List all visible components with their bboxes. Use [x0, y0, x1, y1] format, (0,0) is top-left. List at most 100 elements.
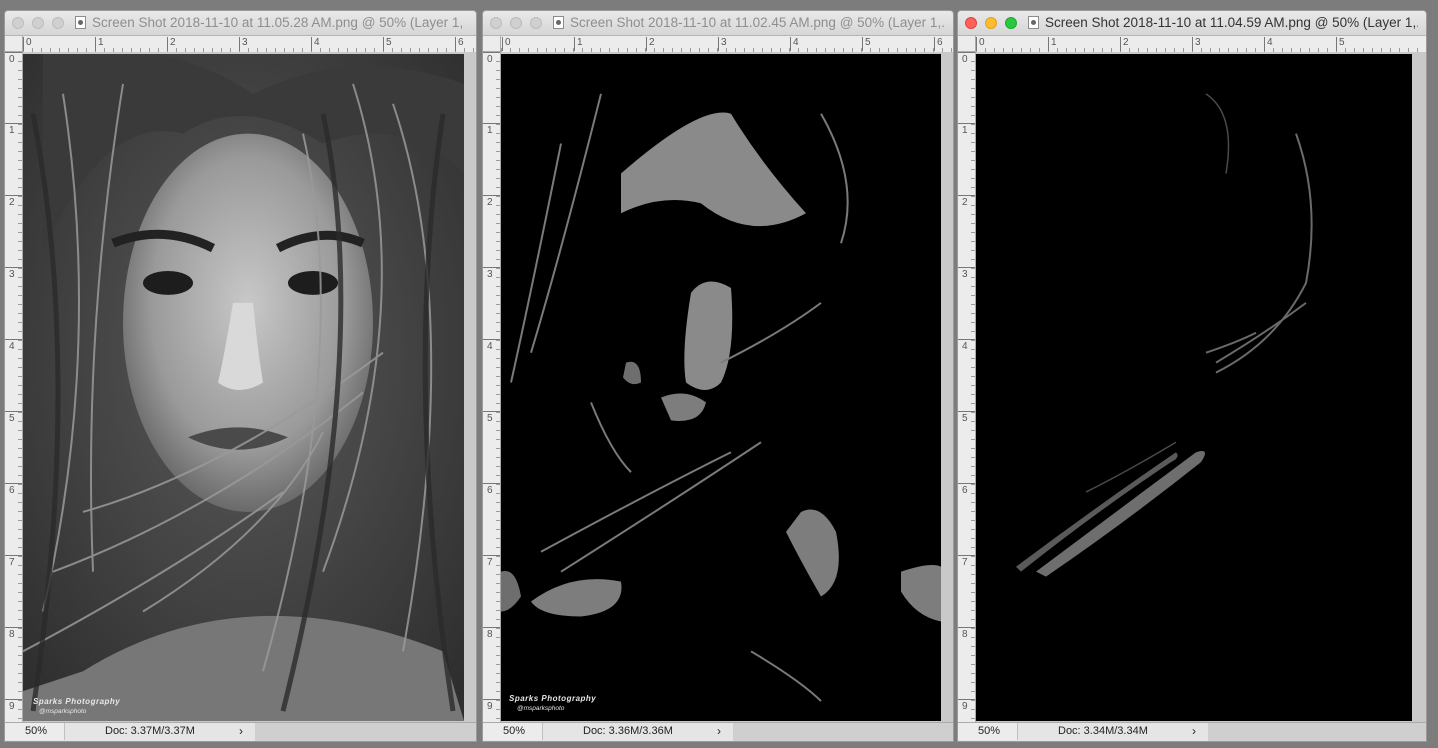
zoom-button[interactable]: [1005, 17, 1017, 29]
watermark-handle: @msparksphoto: [39, 708, 87, 715]
status-menu-arrow-icon[interactable]: ›: [239, 724, 243, 738]
ruler-tick-label: 4: [483, 339, 500, 352]
window-titlebar[interactable]: Screen Shot 2018-11-10 at 11.04.59 AM.pn…: [958, 11, 1426, 36]
ruler-tick-label: 5: [5, 411, 22, 424]
document-window-3[interactable]: Screen Shot 2018-11-10 at 11.04.59 AM.pn…: [957, 10, 1427, 742]
ruler-tick-label: 2: [483, 195, 500, 208]
zoom-level-field[interactable]: 50%: [958, 723, 1018, 740]
ruler-tick-label: 3: [5, 267, 22, 280]
horizontal-scrollbar[interactable]: [255, 723, 476, 741]
zoom-level-field[interactable]: 50%: [483, 723, 543, 740]
ruler-tick-label: 8: [483, 627, 500, 640]
close-button[interactable]: [490, 17, 502, 29]
horizontal-ruler[interactable]: 0 1 2 3 4 5 6: [501, 36, 953, 53]
close-button[interactable]: [12, 17, 24, 29]
document-size-info: Doc: 3.34M/3.34M: [1058, 725, 1148, 737]
horizontal-ruler[interactable]: 0 1 2 3 4 5: [976, 36, 1426, 53]
ruler-origin[interactable]: [483, 36, 501, 52]
minimize-button[interactable]: [985, 17, 997, 29]
ruler-tick-label: 6: [934, 37, 943, 51]
ruler-tick-label: 2: [646, 37, 655, 51]
vertical-ruler[interactable]: 0 1 2 3 4 5 6 7 8 9: [5, 52, 23, 723]
ruler-tick-label: 4: [311, 37, 320, 51]
status-menu-arrow-icon[interactable]: ›: [1192, 724, 1196, 738]
photo-threshold-highlights[interactable]: [976, 54, 1412, 721]
ruler-tick-label: 5: [862, 37, 871, 51]
window-title: Screen Shot 2018-11-10 at 11.04.59 AM.pn…: [1045, 15, 1418, 30]
ruler-tick-label: 3: [239, 37, 248, 51]
document-proxy-icon[interactable]: [553, 16, 564, 29]
close-button[interactable]: [965, 17, 977, 29]
ruler-tick-label: 0: [976, 37, 985, 51]
zoom-button[interactable]: [52, 17, 64, 29]
vertical-ruler[interactable]: 0 1 2 3 4 5 6 7 8 9: [483, 52, 501, 723]
document-window-2[interactable]: Screen Shot 2018-11-10 at 11.02.45 AM.pn…: [482, 10, 954, 742]
ruler-tick-label: 7: [958, 555, 975, 568]
ruler-tick-label: 1: [958, 123, 975, 136]
ruler-tick-label: 7: [5, 555, 22, 568]
horizontal-ruler[interactable]: 0 1 2 3 4 5 6: [23, 36, 476, 53]
ruler-tick-label: 9: [483, 699, 500, 712]
document-canvas[interactable]: Sparks Photography @msparksphoto: [501, 52, 953, 723]
ruler-tick-label: 6: [483, 483, 500, 496]
horizontal-scrollbar[interactable]: [1208, 723, 1426, 741]
window-titlebar[interactable]: Screen Shot 2018-11-10 at 11.02.45 AM.pn…: [483, 11, 953, 36]
status-bar: 50% Doc: 3.36M/3.36M ›: [483, 722, 953, 741]
ruler-tick-label: 2: [1120, 37, 1129, 51]
ruler-tick-label: 3: [958, 267, 975, 280]
ruler-tick-label: 8: [958, 627, 975, 640]
ruler-tick-label: 2: [167, 37, 176, 51]
status-menu-arrow-icon[interactable]: ›: [717, 724, 721, 738]
ruler-tick-label: 3: [718, 37, 727, 51]
ruler-tick-label: 1: [1048, 37, 1057, 51]
ruler-tick-label: 6: [455, 37, 464, 51]
ruler-tick-label: 0: [958, 52, 975, 65]
ruler-tick-label: 1: [483, 123, 500, 136]
status-bar: 50% Doc: 3.34M/3.34M ›: [958, 722, 1426, 741]
photo-threshold-midtones[interactable]: Sparks Photography @msparksphoto: [501, 54, 941, 721]
status-bar: 50% Doc: 3.37M/3.37M ›: [5, 722, 476, 741]
document-canvas[interactable]: [976, 52, 1426, 723]
window-title: Screen Shot 2018-11-10 at 11.05.28 AM.pn…: [92, 15, 468, 30]
minimize-button[interactable]: [510, 17, 522, 29]
ruler-tick-label: 3: [483, 267, 500, 280]
ruler-tick-label: 0: [483, 52, 500, 65]
horizontal-scrollbar[interactable]: [733, 723, 953, 741]
document-size-info: Doc: 3.36M/3.36M: [583, 725, 673, 737]
ruler-tick-label: 5: [958, 411, 975, 424]
vertical-ruler[interactable]: 0 1 2 3 4 5 6 7 8 9: [958, 52, 976, 723]
ruler-tick-label: 4: [1264, 37, 1273, 51]
ruler-tick-label: 8: [5, 627, 22, 640]
ruler-origin[interactable]: [958, 36, 976, 52]
ruler-tick-label: 5: [383, 37, 392, 51]
watermark-handle: @msparksphoto: [517, 705, 565, 712]
watermark-name: Sparks Photography: [509, 694, 597, 703]
ruler-tick-label: 3: [1192, 37, 1201, 51]
document-size-info: Doc: 3.37M/3.37M: [105, 725, 195, 737]
ruler-tick-label: 9: [5, 699, 22, 712]
document-proxy-icon[interactable]: [1028, 16, 1039, 29]
ruler-tick-label: 1: [574, 37, 583, 51]
ruler-tick-label: 0: [5, 52, 22, 65]
ruler-tick-label: 5: [1336, 37, 1345, 51]
ruler-tick-label: 0: [502, 37, 511, 51]
zoom-level-field[interactable]: 50%: [5, 723, 65, 740]
document-proxy-icon[interactable]: [75, 16, 86, 29]
window-titlebar[interactable]: Screen Shot 2018-11-10 at 11.05.28 AM.pn…: [5, 11, 476, 36]
ruler-tick-label: 5: [483, 411, 500, 424]
document-window-1[interactable]: Screen Shot 2018-11-10 at 11.05.28 AM.pn…: [4, 10, 477, 742]
document-canvas[interactable]: Sparks Photography @msparksphoto: [23, 52, 476, 723]
zoom-button[interactable]: [530, 17, 542, 29]
ruler-tick-label: 4: [5, 339, 22, 352]
ruler-tick-label: 9: [958, 699, 975, 712]
ruler-origin[interactable]: [5, 36, 23, 52]
ruler-tick-label: 4: [958, 339, 975, 352]
ruler-tick-label: 7: [483, 555, 500, 568]
ruler-tick-label: 4: [790, 37, 799, 51]
ruler-tick-label: 1: [95, 37, 104, 51]
window-title: Screen Shot 2018-11-10 at 11.02.45 AM.pn…: [570, 15, 945, 30]
ruler-tick-label: 2: [5, 195, 22, 208]
minimize-button[interactable]: [32, 17, 44, 29]
photo-grayscale[interactable]: Sparks Photography @msparksphoto: [23, 54, 464, 721]
ruler-tick-label: 0: [23, 37, 32, 51]
